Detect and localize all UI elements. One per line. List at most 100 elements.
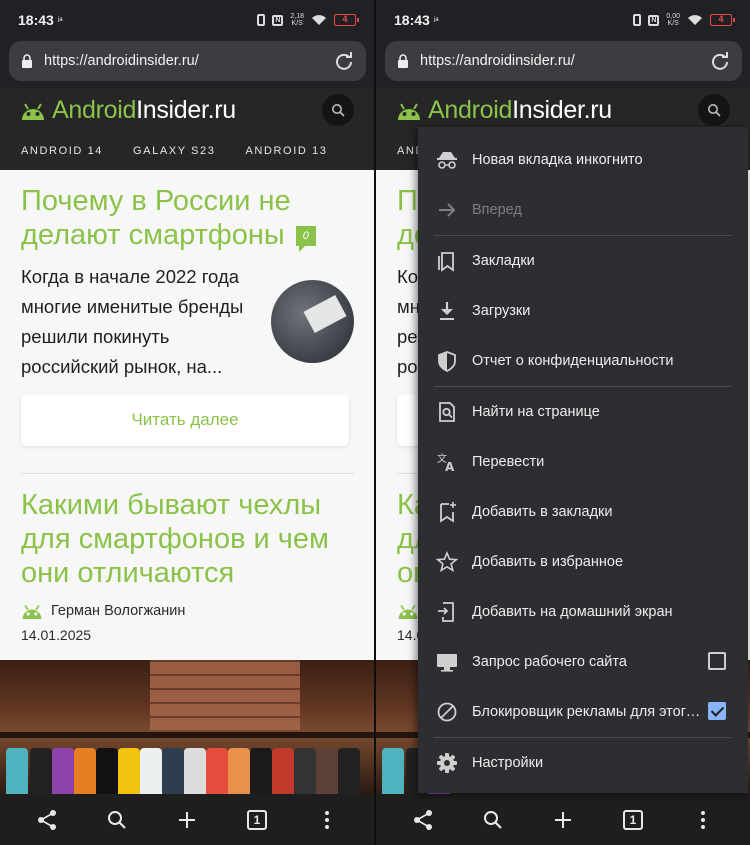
overflow-menu-button[interactable] (314, 807, 340, 833)
article-author: Герман Вологжанин (21, 602, 185, 619)
url-text[interactable]: https://androidinsider.ru/ (44, 53, 199, 69)
block-icon (437, 702, 457, 722)
left-screen: 18:43 ʲᵃ N 2,18 K/S 4 https://androidinsi… (0, 0, 374, 845)
search-icon (108, 810, 126, 829)
overflow-menu: Новая вкладка инкогнито Вперед Закладки … (418, 127, 748, 793)
menu-item-label: Добавить в закладки (472, 504, 613, 520)
tab-count: 1 (247, 809, 267, 830)
tabs-button[interactable]: 1 (244, 807, 270, 833)
menu-item-downloads[interactable]: Загрузки (418, 286, 748, 336)
menu-item-label: Добавить в избранное (472, 554, 624, 570)
gear-icon (437, 753, 457, 773)
read-more-button[interactable]: Читать далее (21, 394, 349, 446)
menu-item-privacy-report[interactable]: Отчет о конфиденциальности (418, 336, 748, 386)
menu-item-label: Настройки (472, 755, 544, 771)
menu-item-label: Найти на странице (472, 404, 600, 420)
menu-item-add-to-home[interactable]: Добавить на домашний экран (418, 587, 748, 637)
share-icon (38, 809, 56, 830)
article-image[interactable] (0, 660, 374, 794)
site-search-button[interactable] (322, 94, 354, 126)
menu-item-ad-blocker[interactable]: Блокировщик рекламы для этого сайта (418, 687, 748, 737)
menu-item-label: Закладки (472, 253, 535, 269)
tag-galaxy-s23[interactable]: GALAXY S23 (133, 145, 215, 157)
menu-item-forward[interactable]: Вперед (418, 185, 748, 235)
article-title[interactable]: Какими бывают чехлы для смартфонов и чем… (21, 488, 361, 590)
tag-android-14[interactable]: ANDROID 14 (21, 145, 103, 157)
search-button[interactable] (480, 807, 506, 833)
svg-text:A: A (445, 460, 455, 473)
share-button[interactable] (410, 807, 436, 833)
menu-item-desktop-site[interactable]: Запрос рабочего сайта (418, 637, 748, 687)
menu-item-incognito[interactable]: Новая вкладка инкогнито (418, 135, 748, 185)
status-bar: 18:43 ʲᵃ N 2,18 K/S 4 (0, 0, 374, 40)
ad-blocker-checkbox[interactable] (708, 702, 726, 720)
status-bar: 18:43 ʲᵃ N 0,00 K/S 4 (376, 0, 750, 40)
site-logo[interactable]: AndroidInsider.ru (428, 96, 612, 125)
share-button[interactable] (34, 807, 60, 833)
menu-item-label: Добавить на домашний экран (472, 604, 673, 620)
tabs-button[interactable]: 1 (620, 807, 646, 833)
android-logo-icon[interactable] (20, 100, 46, 120)
overflow-menu-button[interactable] (690, 807, 716, 833)
wifi-icon (312, 15, 326, 25)
comment-count-badge[interactable]: 0 (295, 226, 316, 253)
tags-nav: ANDROID 14 GALAXY S23 ANDROID 13 (0, 132, 374, 170)
plus-icon (179, 811, 195, 828)
tab-count: 1 (623, 809, 643, 830)
search-button[interactable] (104, 807, 130, 833)
search-icon (708, 104, 721, 117)
article-title[interactable]: Почему в России не делают смартфоны 0 (21, 184, 351, 253)
vibrate-icon (633, 14, 642, 26)
vibrate-icon (257, 14, 266, 26)
divider (21, 473, 354, 474)
article-feed: Почему в России не делают смартфоны 0 Ко… (0, 170, 374, 660)
add-to-home-icon (438, 602, 454, 622)
share-icon (414, 809, 432, 830)
nfc-icon: N (272, 14, 284, 26)
menu-item-label: Вперед (472, 202, 522, 218)
menu-item-find-in-page[interactable]: Найти на странице (418, 387, 748, 437)
menu-item-label: Загрузки (472, 303, 531, 319)
reload-icon[interactable] (710, 51, 730, 71)
address-bar[interactable]: https://androidinsider.ru/ (9, 41, 366, 81)
menu-item-label: Блокировщик рекламы для этого сайта (472, 704, 704, 720)
lock-icon (398, 54, 408, 68)
status-time: 18:43 (394, 12, 430, 28)
reload-icon[interactable] (334, 51, 354, 71)
desktop-icon (437, 654, 457, 672)
article-date: 14.01.2025 (21, 627, 92, 643)
menu-item-label: Запрос рабочего сайта (472, 654, 627, 670)
plus-icon (555, 811, 571, 828)
android-logo-icon[interactable] (396, 100, 422, 120)
site-header: AndroidInsider.ru (0, 88, 374, 132)
wifi-icon (688, 15, 702, 25)
incognito-icon (437, 152, 457, 169)
desktop-site-checkbox[interactable] (708, 652, 726, 670)
site-logo[interactable]: AndroidInsider.ru (52, 96, 236, 125)
site-search-button[interactable] (698, 94, 730, 126)
network-speed: 0,00 K/S (666, 13, 680, 27)
site-header: AndroidInsider.ru (376, 88, 750, 132)
new-tab-button[interactable] (550, 807, 576, 833)
url-text[interactable]: https://androidinsider.ru/ (420, 53, 575, 69)
menu-item-add-bookmark[interactable]: Добавить в закладки (418, 487, 748, 537)
new-tab-button[interactable] (174, 807, 200, 833)
shield-icon (438, 351, 456, 372)
menu-item-settings[interactable]: Настройки (418, 738, 748, 788)
status-carrier-badge: ʲᵃ (433, 15, 439, 25)
menu-item-bookmarks[interactable]: Закладки (418, 236, 748, 286)
network-speed: 2,18 K/S (290, 13, 304, 27)
author-avatar-icon (398, 604, 418, 619)
article-thumbnail[interactable] (271, 280, 354, 363)
address-bar[interactable]: https://androidinsider.ru/ (385, 41, 742, 81)
author-avatar-icon (22, 604, 42, 619)
menu-item-translate[interactable]: 文A Перевести (418, 437, 748, 487)
more-vert-icon (325, 810, 329, 829)
search-icon (484, 810, 502, 829)
status-time: 18:43 (18, 12, 54, 28)
menu-item-add-favorite[interactable]: Добавить в избранное (418, 537, 748, 587)
author-name[interactable]: Герман Вологжанин (51, 603, 185, 619)
menu-item-label: Отчет о конфиденциальности (472, 353, 674, 369)
more-vert-icon (701, 810, 705, 829)
tag-android-13[interactable]: ANDROID 13 (245, 145, 327, 157)
